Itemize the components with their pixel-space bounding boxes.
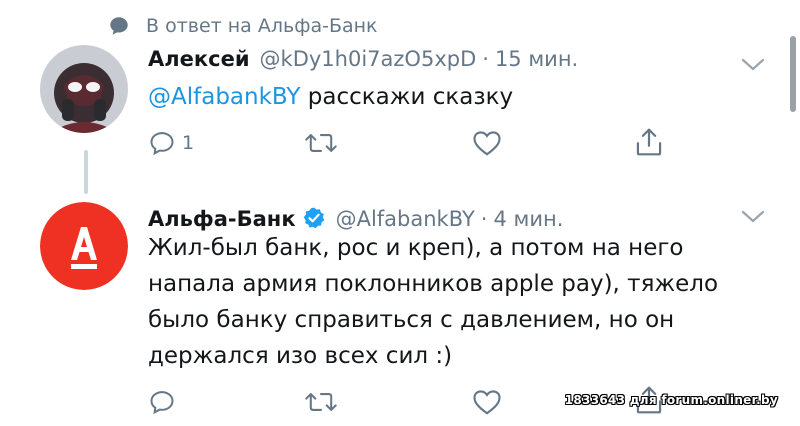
heart-icon xyxy=(473,390,501,415)
tweet-text-line: Жил-был банк, рос и креп), а потом на не… xyxy=(148,235,684,261)
scrollbar-thumb[interactable] xyxy=(790,36,796,112)
tweet-header: Алексей @kDy1h0i7azO5xpD · 15 мин. xyxy=(148,47,578,71)
tweet-text-line: напала армия поклонников apple pay), тяж… xyxy=(148,271,719,297)
author-handle[interactable]: @kDy1h0i7azO5xpD xyxy=(260,47,477,71)
speech-bubble-icon xyxy=(110,17,128,35)
reply-icon xyxy=(150,391,174,415)
thread-connector xyxy=(84,150,88,194)
chevron-down-icon[interactable] xyxy=(741,58,765,72)
share-button[interactable] xyxy=(634,126,664,158)
reply-button[interactable] xyxy=(148,388,176,416)
retweet-button[interactable] xyxy=(304,388,338,416)
separator-dot: · xyxy=(482,47,489,71)
tweet-text-content: расскажи сказку xyxy=(300,84,514,110)
retweet-button[interactable] xyxy=(304,129,338,157)
tweet-text: @AlfabankBY расскажи сказку xyxy=(148,79,513,115)
tweet-text-line: держался изо всех сил :) xyxy=(148,343,453,369)
alfa-bank-logo-icon xyxy=(40,202,128,290)
tweet-text-line: было банку справиться с давлением, но он xyxy=(148,307,675,333)
user-avatar[interactable] xyxy=(40,45,128,133)
tweet-text: Жил-был банк, рос и креп), а потом на не… xyxy=(148,230,718,374)
chevron-down-icon[interactable] xyxy=(741,210,765,224)
retweet-icon xyxy=(305,134,337,152)
author-name[interactable]: Альфа-Банк xyxy=(148,207,296,231)
tweet-time[interactable]: 4 мин. xyxy=(493,207,563,231)
watermark-text: 1833643 для forum.onliner.by xyxy=(564,393,778,407)
reply-icon xyxy=(150,132,174,156)
like-button[interactable] xyxy=(472,388,502,416)
like-button[interactable] xyxy=(472,129,502,157)
share-icon xyxy=(636,128,662,156)
reply-context[interactable]: В ответ на Альфа-Банк xyxy=(108,12,378,40)
verified-badge-icon xyxy=(303,207,324,229)
tweet-header: Альфа-Банк @AlfabankBY · 4 мин. xyxy=(148,202,563,231)
separator-dot: · xyxy=(480,207,488,231)
author-name[interactable]: Алексей xyxy=(148,47,250,71)
brand-avatar[interactable] xyxy=(40,202,128,290)
reply-button[interactable]: 1 xyxy=(148,129,194,157)
heart-icon xyxy=(473,131,501,156)
deadpool-avatar-icon xyxy=(40,45,128,133)
retweet-icon xyxy=(305,393,337,411)
author-handle[interactable]: @AlfabankBY xyxy=(336,207,475,231)
tweet-time[interactable]: 15 мин. xyxy=(495,47,578,71)
mention-link[interactable]: @AlfabankBY xyxy=(148,84,300,110)
reply-context-text: В ответ на Альфа-Банк xyxy=(146,15,378,37)
reply-count: 1 xyxy=(182,132,195,154)
